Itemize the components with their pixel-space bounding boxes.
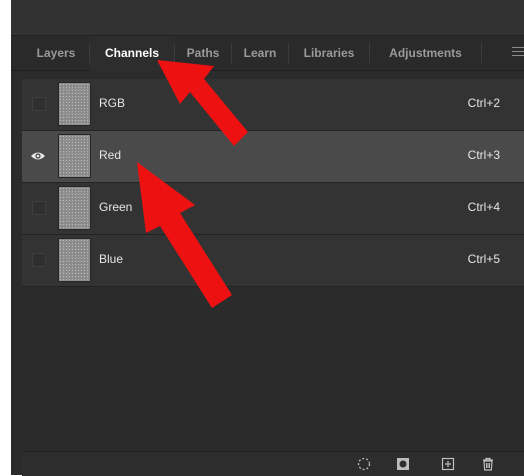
trash-icon[interactable] — [481, 457, 495, 471]
channel-thumbnail — [58, 186, 91, 230]
visibility-toggle[interactable] — [31, 149, 46, 163]
visibility-toggle[interactable] — [32, 253, 46, 267]
tab-learn[interactable]: Learn — [232, 36, 288, 70]
tab-layers[interactable]: Layers — [23, 36, 89, 70]
mask-icon[interactable] — [396, 457, 410, 471]
panel-header-strip — [11, 0, 524, 36]
channel-shortcut: Ctrl+4 — [467, 200, 500, 214]
channel-shortcut: Ctrl+3 — [467, 148, 500, 162]
plus-square-icon[interactable] — [441, 457, 455, 471]
channel-list: RGB Ctrl+2 Red Ctrl+3 Green Ctrl+4 Blue … — [22, 79, 524, 287]
channel-row-red[interactable]: Red Ctrl+3 — [22, 131, 524, 183]
channel-thumbnail — [58, 134, 91, 178]
channel-row-green[interactable]: Green Ctrl+4 — [22, 183, 524, 235]
tab-divider — [481, 43, 482, 63]
channel-row-rgb[interactable]: RGB Ctrl+2 — [22, 79, 524, 131]
dotted-circle-icon[interactable] — [357, 457, 371, 471]
channel-shortcut: Ctrl+2 — [467, 96, 500, 110]
panel-tab-bar: Layers Channels Paths Learn Libraries Ad… — [11, 36, 524, 71]
tab-libraries[interactable]: Libraries — [289, 36, 369, 70]
tab-channels[interactable]: Channels — [90, 36, 174, 71]
channels-panel: Layers Channels Paths Learn Libraries Ad… — [11, 0, 524, 476]
channel-name: RGB — [99, 96, 126, 110]
channel-row-blue[interactable]: Blue Ctrl+5 — [22, 235, 524, 287]
visibility-toggle[interactable] — [32, 97, 46, 111]
channel-shortcut: Ctrl+5 — [467, 252, 500, 266]
panel-footer — [22, 451, 524, 476]
tab-paths[interactable]: Paths — [175, 36, 231, 70]
channel-thumbnail — [58, 238, 91, 282]
channel-name: Blue — [99, 252, 124, 266]
hamburger-menu-icon[interactable] — [512, 47, 524, 59]
eye-icon — [31, 152, 45, 160]
channel-name: Green — [99, 200, 133, 214]
channel-name: Red — [99, 148, 122, 162]
channel-thumbnail — [58, 82, 91, 126]
tab-adjustments[interactable]: Adjustments — [370, 36, 481, 70]
visibility-toggle[interactable] — [32, 201, 46, 215]
